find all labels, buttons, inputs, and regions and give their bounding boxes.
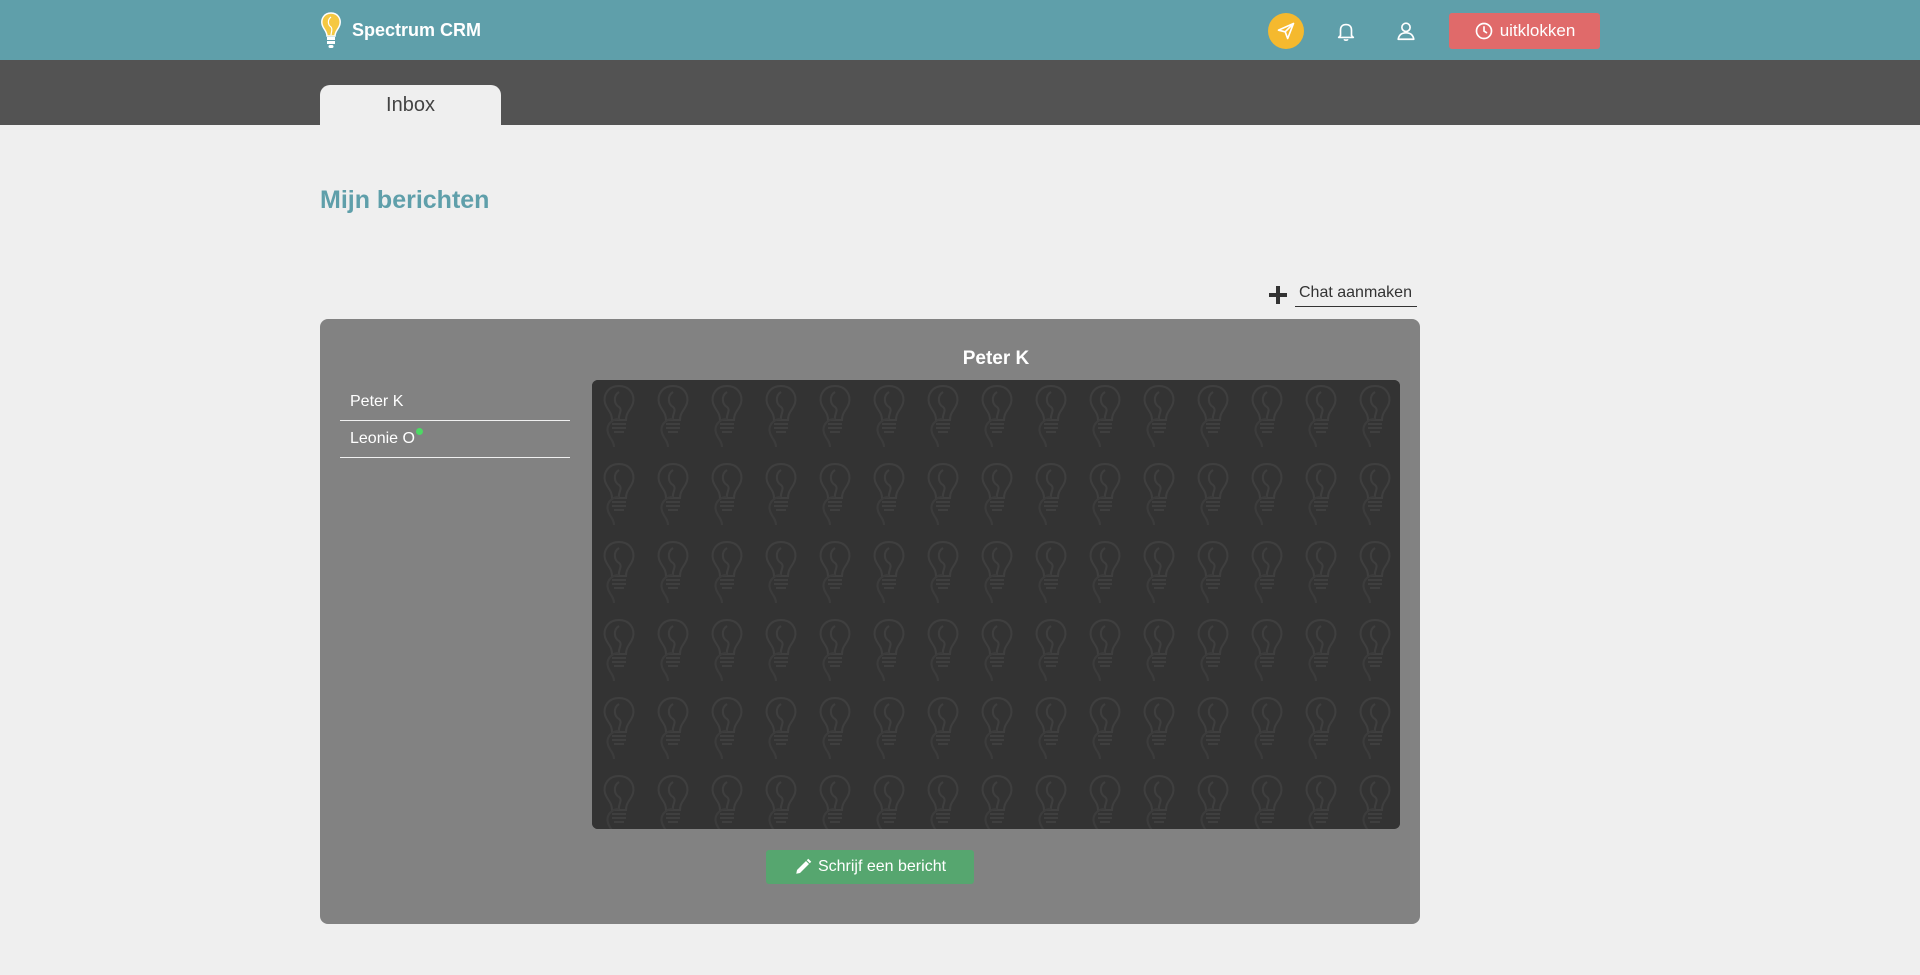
chat-header-name: Peter K (962, 348, 1030, 369)
write-message-button[interactable]: Schrijf een bericht (766, 850, 974, 884)
contact-item[interactable]: Peter K (340, 384, 570, 421)
page-title: Mijn berichten (320, 186, 490, 214)
create-chat-label: Chat aanmaken (1295, 284, 1417, 307)
bell-icon (1337, 23, 1355, 41)
top-bar: Spectrum CRM uitklokken (0, 0, 1920, 60)
app-name: Spectrum CRM (352, 19, 482, 40)
tab-strip (0, 60, 1920, 125)
contact-list: Peter K Leonie O (340, 384, 570, 458)
contact-name: Peter K (350, 393, 404, 410)
send-icon (1277, 22, 1295, 40)
send-button[interactable] (1268, 13, 1304, 49)
clock-out-label: uitklokken (1499, 21, 1576, 40)
write-message-label: Schrijf een bericht (817, 858, 947, 875)
plus-icon (1269, 286, 1287, 304)
clock-icon (1475, 22, 1493, 40)
chat-window[interactable] (592, 380, 1400, 829)
notifications-button[interactable] (1328, 13, 1364, 49)
user-icon (1397, 22, 1415, 41)
brand[interactable]: Spectrum CRM (318, 11, 481, 49)
profile-button[interactable] (1388, 13, 1424, 49)
lightbulb-logo-icon (321, 12, 341, 48)
lightbulb-pattern-background (592, 380, 1400, 829)
messages-panel: Peter K Leonie O Peter K Schrijf een ber… (320, 319, 1420, 924)
pencil-icon (796, 858, 812, 874)
clock-out-button[interactable]: uitklokken (1449, 13, 1600, 49)
contact-item[interactable]: Leonie O (340, 421, 570, 458)
tab-inbox[interactable]: Inbox (320, 85, 501, 125)
contact-name: Leonie O (350, 430, 415, 447)
create-chat-link[interactable]: Chat aanmaken (1269, 280, 1417, 310)
online-status-icon (415, 427, 423, 435)
